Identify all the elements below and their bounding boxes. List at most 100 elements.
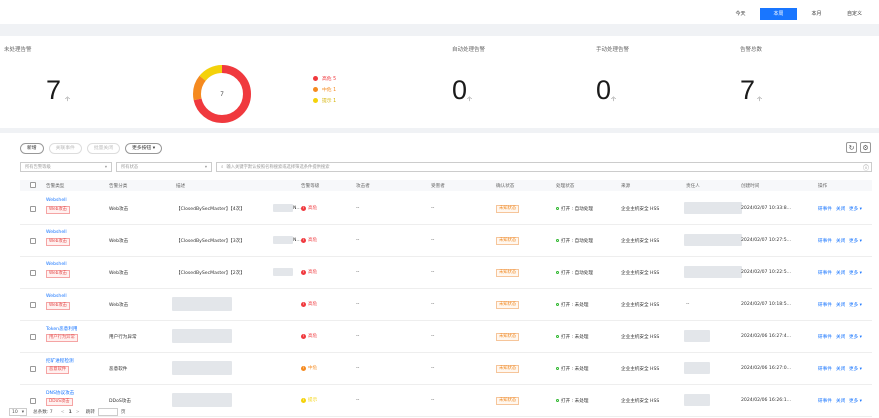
action-link-event[interactable]: 研事件 bbox=[818, 366, 832, 372]
page-size-select[interactable]: 10 ▾ bbox=[9, 408, 27, 416]
table-row[interactable]: Webshell Web攻击 Web攻击! 高危 -- -- 未知状态 打开 : 未处理 企业主… bbox=[20, 289, 872, 321]
col-attacker[interactable]: 攻击者 bbox=[356, 183, 370, 189]
alert-type-link[interactable]: Webshell bbox=[46, 230, 67, 235]
action-close[interactable]: 关闭 bbox=[836, 270, 845, 276]
table-row[interactable]: DNS协议攻击 DDoS攻击 DDoS攻击! 提示 -- -- 未知状态 打开 : 未处理 企业… bbox=[20, 385, 872, 417]
prev-page-button[interactable]: < bbox=[61, 410, 65, 415]
confirm-status: 未知状态 bbox=[496, 365, 520, 373]
created-time: 2024/02/07 10:22:5... bbox=[741, 270, 792, 275]
alert-type-link[interactable]: Webshell bbox=[46, 262, 67, 267]
batch-close-button[interactable]: 批量关闭 bbox=[86, 143, 121, 154]
refresh-icon[interactable]: ↻ bbox=[846, 142, 857, 153]
action-link-event[interactable]: 研事件 bbox=[818, 398, 832, 404]
table-row[interactable]: Webshell Web攻击 Web攻击 【ClosedBySecMaster】【2次… bbox=[20, 257, 872, 289]
action-more[interactable]: 更多 ▾ bbox=[849, 366, 862, 372]
tab-this-week[interactable]: 本周 bbox=[760, 8, 797, 20]
legend-item-info: 提示 1 bbox=[313, 95, 336, 106]
tab-today[interactable]: 今天 bbox=[722, 8, 759, 20]
chevron-down-icon: ▾ bbox=[858, 335, 862, 340]
filter-bar: 所有告警等级 ▾ 所有状态 ▾ ⌕ 输入关键字默认按照名称搜索或选择筛选条件提供搜索 bbox=[20, 162, 872, 172]
pagination: 10 ▾ 总条数: 7 < 1 > 跳转 页 bbox=[9, 408, 125, 416]
help-icon[interactable]: ⓘ bbox=[863, 163, 869, 172]
legend-item-medium: 中危 1 bbox=[313, 84, 336, 95]
alert-type-link[interactable]: Webshell bbox=[46, 294, 67, 299]
tab-this-month[interactable]: 本月 bbox=[798, 8, 835, 20]
goto-page-input[interactable] bbox=[97, 408, 118, 416]
action-more[interactable]: 更多 ▾ bbox=[849, 270, 862, 276]
status-filter-select[interactable]: 所有状态 ▾ bbox=[116, 162, 212, 172]
table-row[interactable]: Webshell Web攻击 Web攻击 【ClosedBySecMaster】【3次… bbox=[20, 225, 872, 257]
chevron-down-icon: ▾ bbox=[204, 164, 207, 170]
action-more[interactable]: 更多 ▾ bbox=[849, 302, 862, 308]
action-more[interactable]: 更多 ▾ bbox=[849, 206, 862, 212]
severity-icon: ! bbox=[301, 269, 306, 275]
chevron-down-icon: ▾ bbox=[104, 164, 107, 170]
col-created-time[interactable]: 创建时间 bbox=[741, 183, 759, 189]
search-input[interactable]: ⌕ 输入关键字默认按照名称搜索或选择筛选条件提供搜索 bbox=[216, 162, 872, 172]
col-alert-level[interactable]: 告警等级 bbox=[301, 183, 319, 189]
alert-type-link[interactable]: Token恶意利用 bbox=[46, 326, 77, 332]
table-row[interactable]: Webshell Web攻击 Web攻击 【ClosedBySecMaster】【4次… bbox=[20, 193, 872, 225]
col-alert-category[interactable]: 告警分类 bbox=[109, 183, 127, 189]
alert-type-link[interactable]: DNS协议攻击 bbox=[46, 390, 74, 396]
severity-icon: ! bbox=[301, 301, 306, 307]
link-event-button[interactable]: 关联事件 bbox=[48, 143, 82, 154]
action-more[interactable]: 更多 ▾ bbox=[849, 398, 862, 404]
alert-level: ! 高危 bbox=[301, 333, 317, 339]
confirm-status: 未知状态 bbox=[496, 397, 520, 405]
action-close[interactable]: 关闭 bbox=[836, 398, 845, 404]
table-row[interactable]: 挖矿进程检测 恶意软件 恶意软件! 中危 -- -- 未知状态 打开 : 未处理 企业主机安全 … bbox=[20, 353, 872, 385]
action-link-event[interactable]: 研事件 bbox=[818, 302, 832, 308]
confirm-status: 未知状态 bbox=[496, 269, 520, 277]
range-tabs: 今天 本周 本月 自定义 bbox=[721, 8, 873, 20]
row-checkbox[interactable] bbox=[30, 302, 36, 308]
confirm-status-label: 未知状态 bbox=[496, 365, 520, 373]
row-checkbox[interactable] bbox=[30, 366, 36, 372]
row-checkbox[interactable] bbox=[30, 238, 36, 244]
redacted-owner bbox=[684, 330, 710, 342]
col-victim[interactable]: 受害者 bbox=[431, 183, 445, 189]
col-description[interactable]: 描述 bbox=[176, 183, 185, 189]
status-dot-icon bbox=[556, 303, 559, 306]
action-close[interactable]: 关闭 bbox=[836, 206, 845, 212]
col-confirm-status[interactable]: 确认状态 bbox=[496, 183, 514, 189]
select-all-checkbox[interactable] bbox=[30, 182, 36, 188]
action-close[interactable]: 关闭 bbox=[836, 238, 845, 244]
level-filter-select[interactable]: 所有告警等级 ▾ bbox=[20, 162, 112, 172]
alert-category: Web攻击 bbox=[109, 271, 129, 276]
alert-category: DDoS攻击 bbox=[109, 399, 131, 404]
action-link-event[interactable]: 研事件 bbox=[818, 270, 832, 276]
alert-type-link[interactable]: 挖矿进程检测 bbox=[46, 358, 74, 364]
action-link-event[interactable]: 研事件 bbox=[818, 238, 832, 244]
action-close[interactable]: 关闭 bbox=[836, 366, 845, 372]
severity-icon: ! bbox=[301, 205, 306, 211]
action-link-event[interactable]: 研事件 bbox=[818, 334, 832, 340]
row-checkbox[interactable] bbox=[30, 206, 36, 212]
col-source[interactable]: 来源 bbox=[621, 183, 630, 189]
alert-category: Web攻击 bbox=[109, 239, 129, 244]
redacted-owner bbox=[684, 394, 710, 406]
col-process-status[interactable]: 处理状态 bbox=[556, 183, 574, 189]
row-checkbox[interactable] bbox=[30, 270, 36, 276]
action-link-event[interactable]: 研事件 bbox=[818, 206, 832, 212]
legend-dot-high bbox=[313, 76, 318, 81]
col-owner[interactable]: 责任人 bbox=[686, 183, 700, 189]
more-buttons-dropdown[interactable]: 更多按钮 ▾ bbox=[125, 143, 163, 154]
next-page-button[interactable]: > bbox=[76, 410, 80, 415]
tab-custom[interactable]: 自定义 bbox=[836, 8, 873, 20]
col-alert-type[interactable]: 告警类型 bbox=[46, 183, 64, 189]
action-close[interactable]: 关闭 bbox=[836, 302, 845, 308]
action-more[interactable]: 更多 ▾ bbox=[849, 334, 862, 340]
confirm-status: 未知状态 bbox=[496, 237, 520, 245]
new-button[interactable]: 新增 bbox=[20, 143, 44, 154]
col-actions: 操作 bbox=[818, 184, 828, 189]
row-checkbox[interactable] bbox=[30, 334, 36, 340]
gear-icon[interactable]: ⚙ bbox=[860, 142, 871, 153]
table-row[interactable]: Token恶意利用 用户行为异常 用户行为异常! 高危 -- -- 未知状态 打开 : 未处理… bbox=[20, 321, 872, 353]
action-more[interactable]: 更多 ▾ bbox=[849, 238, 862, 244]
current-page[interactable]: 1 bbox=[69, 410, 72, 415]
victim: -- bbox=[431, 366, 435, 371]
row-checkbox[interactable] bbox=[30, 398, 36, 404]
action-close[interactable]: 关闭 bbox=[836, 334, 845, 340]
alert-type-link[interactable]: Webshell bbox=[46, 198, 67, 203]
